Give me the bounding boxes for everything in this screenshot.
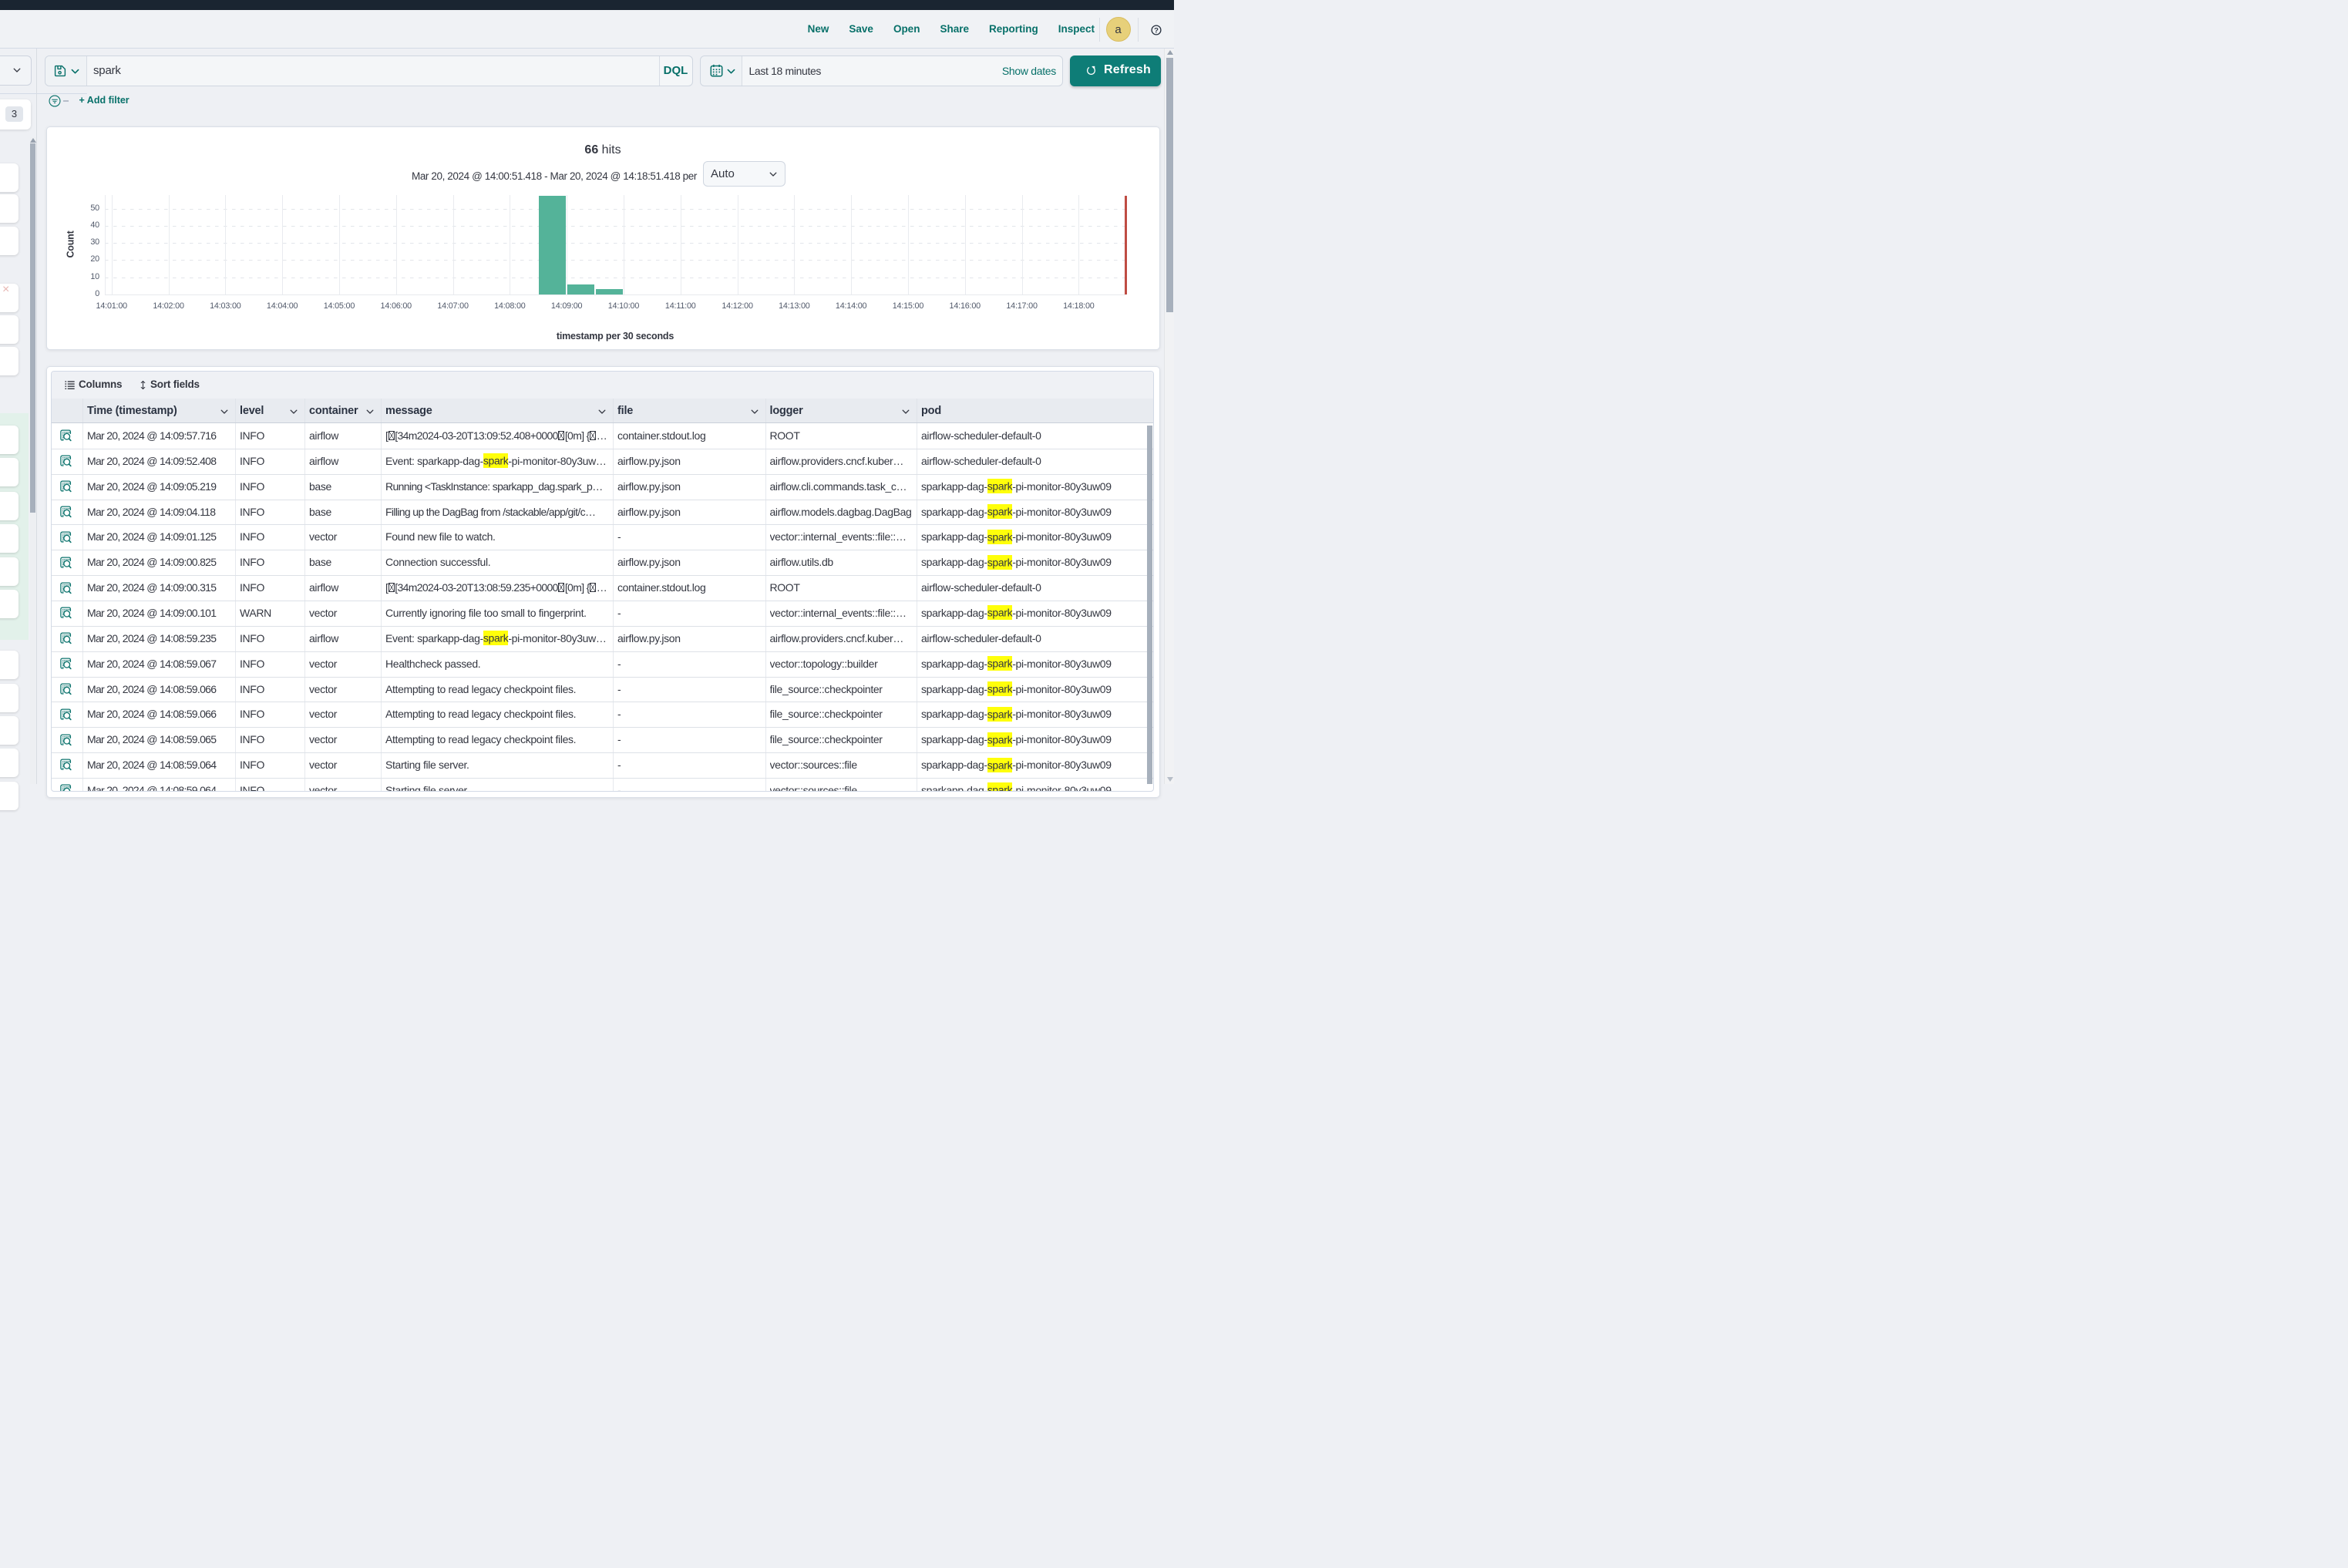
- svg-text:?: ?: [1154, 26, 1159, 35]
